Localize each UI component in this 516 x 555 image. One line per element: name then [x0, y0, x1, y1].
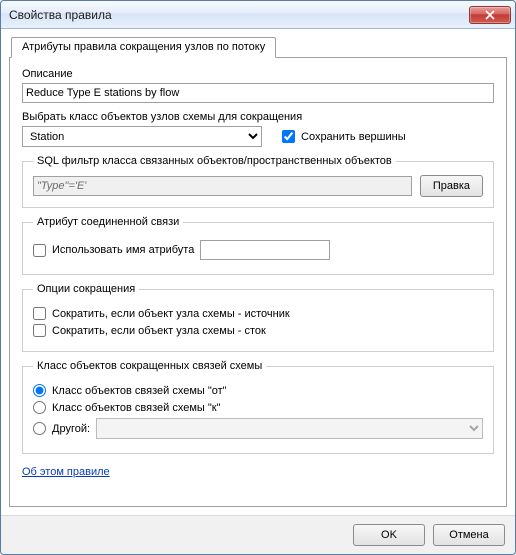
keep-vertices-checkbox[interactable]: [282, 130, 295, 143]
tab-strip: Атрибуты правила сокращения узлов по пот…: [9, 35, 507, 58]
target-other-radio[interactable]: [33, 422, 46, 435]
target-from-label: Класс объектов связей схемы "от": [52, 385, 227, 397]
sql-edit-button[interactable]: Правка: [420, 175, 483, 197]
attr-legend: Атрибут соединенной связи: [33, 216, 183, 228]
dialog-footer: OK Отмена: [1, 515, 515, 554]
keep-vertices-label: Сохранить вершины: [301, 131, 406, 143]
tab-panel: Описание Выбрать класс объектов узлов сх…: [9, 58, 507, 507]
target-other-label: Другой:: [52, 423, 90, 435]
window-title: Свойства правила: [9, 7, 469, 22]
cancel-button[interactable]: Отмена: [433, 524, 505, 546]
target-fieldset: Класс объектов сокращенных связей схемы …: [22, 360, 494, 454]
close-icon: [485, 10, 495, 20]
reduce-sink-label: Сократить, если объект узла схемы - сток: [52, 325, 266, 337]
target-from-row[interactable]: Класс объектов связей схемы "от": [33, 384, 483, 397]
sql-input: [33, 176, 412, 196]
reduce-source-checkbox[interactable]: [33, 307, 46, 320]
use-attr-label: Использовать имя атрибута: [52, 244, 194, 256]
description-row: Описание: [22, 68, 494, 103]
reduce-source-label: Сократить, если объект узла схемы - исто…: [52, 308, 290, 320]
target-to-row[interactable]: Класс объектов связей схемы "к": [33, 401, 483, 414]
about-rule-link[interactable]: Об этом правиле: [22, 466, 110, 478]
opts-fieldset: Опции сокращения Сократить, если объект …: [22, 283, 494, 352]
nodeclass-label: Выбрать класс объектов узлов схемы для с…: [22, 111, 494, 123]
titlebar: Свойства правила: [1, 1, 515, 29]
reduce-source-row[interactable]: Сократить, если объект узла схемы - исто…: [33, 307, 483, 320]
target-legend: Класс объектов сокращенных связей схемы: [33, 360, 266, 372]
reduce-sink-row[interactable]: Сократить, если объект узла схемы - сток: [33, 324, 483, 337]
dialog-window: Свойства правила Атрибуты правила сокращ…: [0, 0, 516, 555]
keep-vertices-row[interactable]: Сохранить вершины: [282, 130, 406, 143]
tab-attributes[interactable]: Атрибуты правила сокращения узлов по пот…: [11, 37, 276, 58]
opts-legend: Опции сокращения: [33, 283, 139, 295]
sql-legend: SQL фильтр класса связанных объектов/про…: [33, 155, 396, 167]
tab-label: Атрибуты правила сокращения узлов по пот…: [22, 41, 265, 53]
target-to-radio[interactable]: [33, 401, 46, 414]
use-attr-checkbox[interactable]: [33, 244, 46, 257]
attr-name-input[interactable]: [200, 240, 330, 260]
reduce-sink-checkbox[interactable]: [33, 324, 46, 337]
target-other-select[interactable]: [96, 418, 483, 439]
nodeclass-select[interactable]: Station: [22, 126, 262, 147]
dialog-body: Атрибуты правила сокращения узлов по пот…: [1, 29, 515, 515]
attr-fieldset: Атрибут соединенной связи Использовать и…: [22, 216, 494, 275]
use-attr-row[interactable]: Использовать имя атрибута: [33, 240, 483, 260]
description-input[interactable]: [22, 83, 494, 103]
nodeclass-row: Выбрать класс объектов узлов схемы для с…: [22, 111, 494, 147]
description-label: Описание: [22, 68, 494, 80]
ok-button[interactable]: OK: [353, 524, 425, 546]
target-from-radio[interactable]: [33, 384, 46, 397]
target-to-label: Класс объектов связей схемы "к": [52, 402, 220, 414]
target-other-row: Другой:: [33, 418, 483, 439]
sql-fieldset: SQL фильтр класса связанных объектов/про…: [22, 155, 494, 208]
close-button[interactable]: [469, 6, 511, 24]
